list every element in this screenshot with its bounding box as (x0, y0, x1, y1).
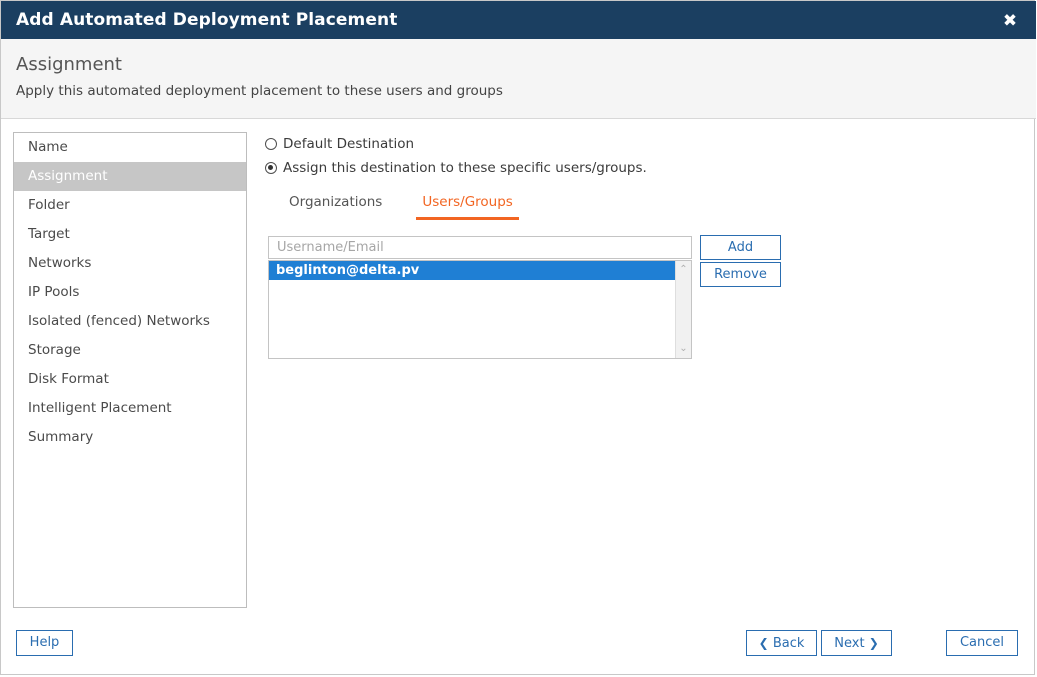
cancel-button[interactable]: Cancel (946, 630, 1018, 656)
users-groups-listbox: beglinton@delta.pv ⌃ ⌄ (268, 260, 692, 359)
sidebar-item[interactable]: Isolated (fenced) Networks (14, 307, 246, 336)
sidebar-item[interactable]: Disk Format (14, 365, 246, 394)
radio-default-destination-label: Default Destination (283, 136, 414, 152)
tab-users-groups[interactable]: Users/Groups (416, 194, 519, 220)
radio-default-destination[interactable]: Default Destination (265, 132, 647, 156)
sidebar-item[interactable]: Folder (14, 191, 246, 220)
sidebar-item[interactable]: Name (14, 133, 246, 162)
close-icon[interactable]: ✖ (1000, 11, 1020, 31)
list-action-buttons: Add Remove (700, 235, 781, 289)
sidebar-item[interactable]: Summary (14, 423, 246, 452)
sidebar-item[interactable]: Intelligent Placement (14, 394, 246, 423)
wizard-step-list: NameAssignmentFolderTargetNetworksIP Poo… (13, 132, 247, 608)
back-button-label: Back (773, 636, 805, 651)
list-item[interactable]: beglinton@delta.pv (269, 261, 675, 280)
assignment-tabs: Organizations Users/Groups (283, 194, 547, 220)
page-title: Assignment (16, 54, 122, 75)
radio-assign-specific-label: Assign this destination to these specifi… (283, 160, 647, 176)
dialog-window: Add Automated Deployment Placement ✖ Ass… (0, 0, 1035, 675)
radio-assign-specific-control[interactable] (265, 162, 277, 174)
chevron-right-icon: ❯ (869, 636, 879, 650)
sidebar-item[interactable]: Networks (14, 249, 246, 278)
page-subtitle: Apply this automated deployment placemen… (16, 83, 503, 99)
page-header: Assignment Apply this automated deployme… (1, 39, 1036, 119)
sidebar-item[interactable]: IP Pools (14, 278, 246, 307)
next-button[interactable]: Next ❯ (821, 630, 892, 656)
window-title: Add Automated Deployment Placement (16, 10, 397, 30)
radio-assign-specific[interactable]: Assign this destination to these specifi… (265, 156, 647, 180)
back-button[interactable]: ❮ Back (746, 630, 817, 656)
assignment-panel: Default Destination Assign this destinat… (265, 132, 647, 180)
help-button[interactable]: Help (16, 630, 73, 656)
chevron-left-icon: ❮ (759, 636, 769, 650)
scroll-up-icon[interactable]: ⌃ (676, 263, 691, 277)
listbox-scrollbar[interactable]: ⌃ ⌄ (675, 261, 691, 358)
remove-button[interactable]: Remove (700, 262, 781, 287)
sidebar-item[interactable]: Storage (14, 336, 246, 365)
add-button[interactable]: Add (700, 235, 781, 260)
sidebar-item[interactable]: Assignment (14, 162, 246, 191)
username-email-input[interactable] (268, 236, 692, 259)
users-groups-list[interactable]: beglinton@delta.pv (269, 261, 675, 358)
tab-organizations[interactable]: Organizations (283, 194, 388, 220)
radio-default-destination-control[interactable] (265, 138, 277, 150)
scroll-down-icon[interactable]: ⌄ (676, 342, 691, 356)
next-button-label: Next (834, 636, 864, 651)
sidebar-item[interactable]: Target (14, 220, 246, 249)
title-bar: Add Automated Deployment Placement ✖ (1, 1, 1036, 39)
